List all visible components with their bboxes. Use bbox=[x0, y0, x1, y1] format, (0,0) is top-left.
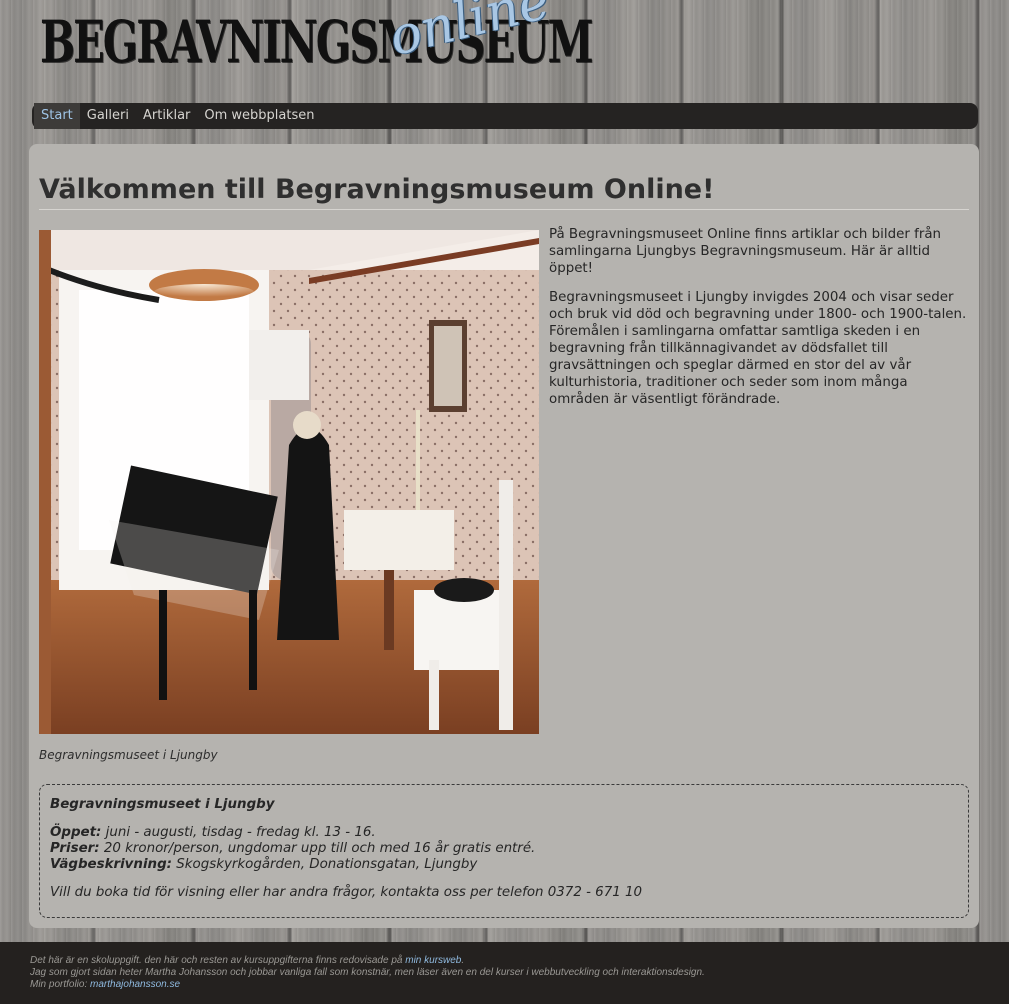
footer-course-link[interactable]: min kursweb bbox=[405, 955, 461, 966]
footer-portfolio-label: Min portfolio: bbox=[30, 979, 88, 990]
footer-line-2: Jag som gjort sidan heter Martha Johanss… bbox=[30, 967, 705, 978]
nav-item-galleri[interactable]: Galleri bbox=[80, 103, 136, 129]
footer-line-1-end: . bbox=[461, 955, 465, 966]
nav-item-om-webbplatsen[interactable]: Om webbplatsen bbox=[197, 103, 321, 129]
prices-label: Priser: bbox=[50, 841, 100, 856]
content-panel: Välkommen till Begravningsmuseum Online! bbox=[29, 144, 979, 928]
intro-text: På Begravningsmuseet Online finns artikl… bbox=[549, 226, 971, 420]
opening-hours-label: Öppet: bbox=[50, 825, 102, 840]
museum-photo bbox=[39, 230, 539, 734]
intro-paragraph-2: Begravningsmuseet i Ljungby invigdes 200… bbox=[549, 290, 967, 407]
prices-value: 20 kronor/person, ungdomar upp till och … bbox=[103, 841, 536, 856]
prices: Priser: 20 kronor/person, ungdomar upp t… bbox=[50, 841, 958, 857]
page-footer: Det här är en skoluppgift. den här och r… bbox=[0, 942, 1009, 1004]
info-heading: Begravningsmuseet i Ljungby bbox=[50, 797, 275, 812]
directions-label: Vägbeskrivning: bbox=[50, 857, 173, 872]
nav-item-start[interactable]: Start bbox=[34, 103, 80, 129]
contact-info: Vill du boka tid för visning eller har a… bbox=[50, 885, 643, 900]
visitor-info-box: Begravningsmuseet i Ljungby Öppet: juni … bbox=[39, 784, 969, 918]
photo-caption: Begravningsmuseet i Ljungby bbox=[39, 748, 218, 762]
footer-school-text: Det här är en skoluppgift. den här och r… bbox=[30, 955, 403, 966]
main-nav: Start Galleri Artiklar Om webbplatsen bbox=[32, 103, 978, 129]
directions-value: Skogskyrkogården, Donationsgatan, Ljungb… bbox=[176, 857, 478, 872]
intro-paragraph-1: På Begravningsmuseet Online finns artikl… bbox=[549, 227, 942, 276]
footer-portfolio-link[interactable]: marthajohansson.se bbox=[90, 979, 180, 990]
footer-line-1: Det här är en skoluppgift. den här och r… bbox=[30, 955, 979, 967]
opening-hours-value: juni - augusti, tisdag - fredag kl. 13 -… bbox=[105, 825, 376, 840]
site-logo[interactable]: BEGRAVNINGSMUSEUM online bbox=[40, 0, 594, 96]
opening-hours: Öppet: juni - augusti, tisdag - fredag k… bbox=[50, 825, 958, 841]
footer-line-3: Min portfolio: marthajohansson.se bbox=[30, 979, 979, 991]
page-title: Välkommen till Begravningsmuseum Online! bbox=[39, 174, 969, 210]
nav-item-artiklar[interactable]: Artiklar bbox=[136, 103, 197, 129]
directions: Vägbeskrivning: Skogskyrkogården, Donati… bbox=[50, 857, 958, 873]
